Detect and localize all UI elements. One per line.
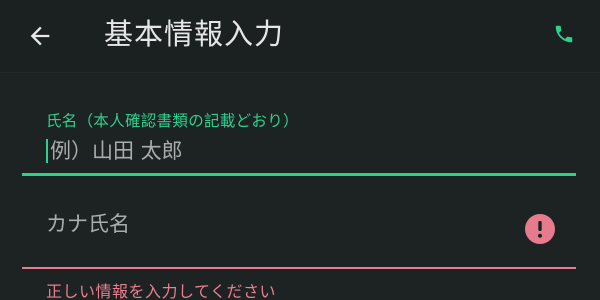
back-button[interactable] — [20, 18, 60, 54]
kana-error-message: 正しい情報を入力してください — [46, 282, 277, 300]
call-button[interactable] — [548, 18, 580, 50]
name-field-label: 氏名（本人確認書類の記載どおり） — [46, 112, 299, 130]
page-title: 基本情報入力 — [104, 17, 285, 51]
app-bar: 基本情報入力 — [0, 0, 600, 72]
basic-info-screen: 基本情報入力 氏名（本人確認書類の記載どおり） 正しい情報を入力してください — [0, 0, 600, 300]
name-field[interactable]: 氏名（本人確認書類の記載どおり） — [22, 100, 576, 178]
name-input-wrap — [46, 135, 450, 167]
arrow-left-icon — [30, 26, 50, 46]
name-input[interactable] — [50, 139, 450, 163]
exclamation-icon — [525, 214, 555, 244]
app-bar-divider — [0, 72, 600, 73]
name-field-underline — [22, 173, 576, 176]
kana-name-input[interactable] — [46, 212, 476, 236]
phone-icon — [555, 25, 573, 43]
kana-name-field[interactable] — [22, 196, 576, 270]
exclamation-glyph — [538, 221, 542, 238]
text-cursor — [46, 139, 48, 163]
kana-name-underline — [22, 267, 576, 269]
